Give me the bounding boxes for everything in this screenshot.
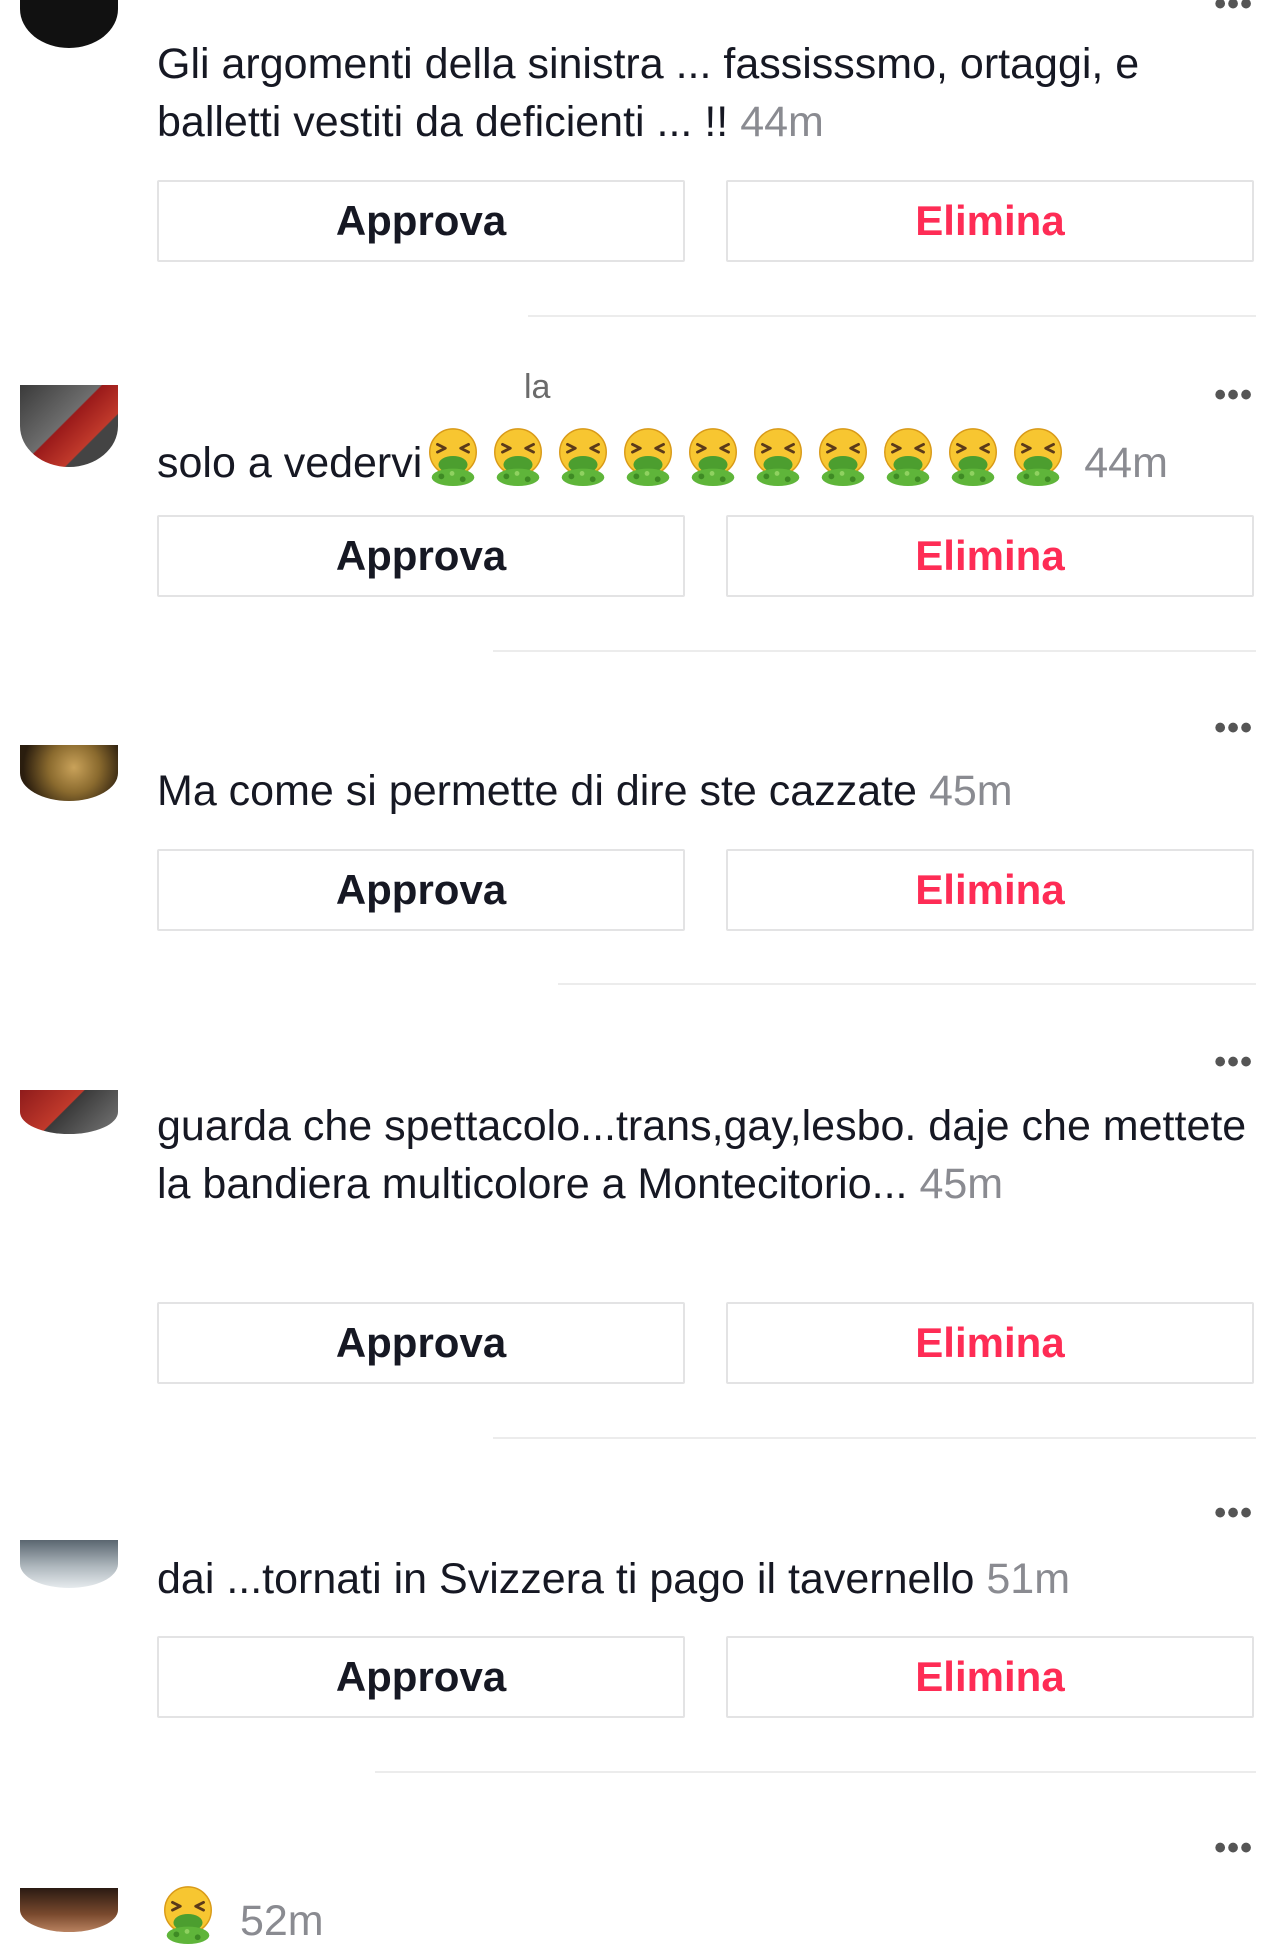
nauseated-vomit-emoji bbox=[682, 425, 744, 487]
nauseated-vomit-emoji bbox=[617, 425, 679, 487]
divider bbox=[375, 1771, 1256, 1773]
more-options-icon[interactable]: ••• bbox=[1214, 1496, 1253, 1530]
approve-button[interactable]: Approva bbox=[157, 180, 685, 262]
comment-time: 45m bbox=[928, 767, 1013, 815]
comment-text: solo a vedervi 44m bbox=[157, 425, 1257, 492]
comment-text: 52m bbox=[157, 1883, 1257, 1950]
nauseated-vomit-emoji bbox=[422, 425, 484, 487]
comment-body: dai ...tornati in Svizzera ti pago il ta… bbox=[157, 1555, 975, 1603]
emoji-row bbox=[422, 439, 1072, 487]
divider bbox=[558, 983, 1256, 985]
nauseated-vomit-emoji bbox=[1007, 425, 1069, 487]
avatar[interactable] bbox=[20, 1090, 118, 1134]
divider bbox=[493, 650, 1256, 652]
comment-time: 45m bbox=[919, 1160, 1004, 1208]
delete-button[interactable]: Elimina bbox=[726, 515, 1254, 597]
comment-text: Ma come si permette di dire ste cazzate … bbox=[157, 762, 1257, 820]
divider bbox=[493, 1437, 1256, 1439]
more-options-icon[interactable]: ••• bbox=[1214, 0, 1253, 21]
nauseated-vomit-emoji bbox=[487, 425, 549, 487]
comment-body: Gli argomenti della sinistra ... fassiss… bbox=[157, 40, 1140, 146]
avatar[interactable] bbox=[20, 385, 118, 467]
avatar[interactable] bbox=[20, 0, 118, 48]
nauseated-vomit-emoji bbox=[747, 425, 809, 487]
delete-button[interactable]: Elimina bbox=[726, 1302, 1254, 1384]
nauseated-vomit-emoji bbox=[812, 425, 874, 487]
delete-button[interactable]: Elimina bbox=[726, 849, 1254, 931]
comment-text: guarda che spettacolo...trans,gay,lesbo.… bbox=[157, 1097, 1277, 1213]
nauseated-vomit-emoji bbox=[157, 1883, 219, 1945]
comment-body: Ma come si permette di dire ste cazzate bbox=[157, 767, 917, 815]
avatar[interactable] bbox=[20, 1888, 118, 1932]
avatar[interactable] bbox=[20, 1540, 118, 1588]
comment-item: ••• Gli argomenti della sinistra ... fas… bbox=[0, 0, 1280, 320]
comment-time: 44m bbox=[1084, 439, 1168, 487]
approve-button[interactable]: Approva bbox=[157, 1302, 685, 1384]
username-fragment: la bbox=[524, 368, 551, 406]
avatar[interactable] bbox=[20, 745, 118, 801]
delete-button[interactable]: Elimina bbox=[726, 180, 1254, 262]
comment-body: solo a vedervi bbox=[157, 439, 423, 487]
divider bbox=[528, 315, 1256, 317]
comment-time: 44m bbox=[740, 98, 824, 146]
comment-time: 51m bbox=[986, 1555, 1071, 1603]
emoji-row bbox=[157, 1897, 222, 1945]
nauseated-vomit-emoji bbox=[552, 425, 614, 487]
comment-time: 52m bbox=[239, 1897, 324, 1945]
nauseated-vomit-emoji bbox=[877, 425, 939, 487]
approve-button[interactable]: Approva bbox=[157, 515, 685, 597]
comment-text: Gli argomenti della sinistra ... fassiss… bbox=[157, 35, 1257, 151]
nauseated-vomit-emoji bbox=[942, 425, 1004, 487]
delete-button[interactable]: Elimina bbox=[726, 1636, 1254, 1718]
comment-body: guarda che spettacolo...trans,gay,lesbo.… bbox=[157, 1102, 1247, 1208]
more-options-icon[interactable]: ••• bbox=[1214, 1045, 1253, 1079]
more-options-icon[interactable]: ••• bbox=[1214, 1831, 1253, 1865]
approve-button[interactable]: Approva bbox=[157, 1636, 685, 1718]
approve-button[interactable]: Approva bbox=[157, 849, 685, 931]
comment-text: dai ...tornati in Svizzera ti pago il ta… bbox=[157, 1550, 1257, 1608]
more-options-icon[interactable]: ••• bbox=[1214, 711, 1253, 745]
more-options-icon[interactable]: ••• bbox=[1214, 378, 1253, 412]
